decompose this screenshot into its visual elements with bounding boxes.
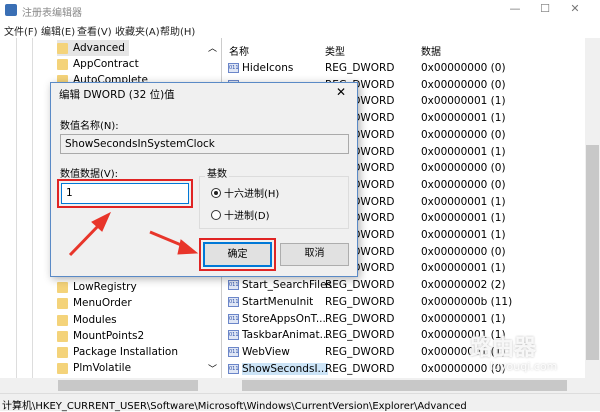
arrow-to-input (68, 222, 102, 257)
arrow-head (177, 239, 199, 255)
annotation-arrows (68, 211, 199, 257)
